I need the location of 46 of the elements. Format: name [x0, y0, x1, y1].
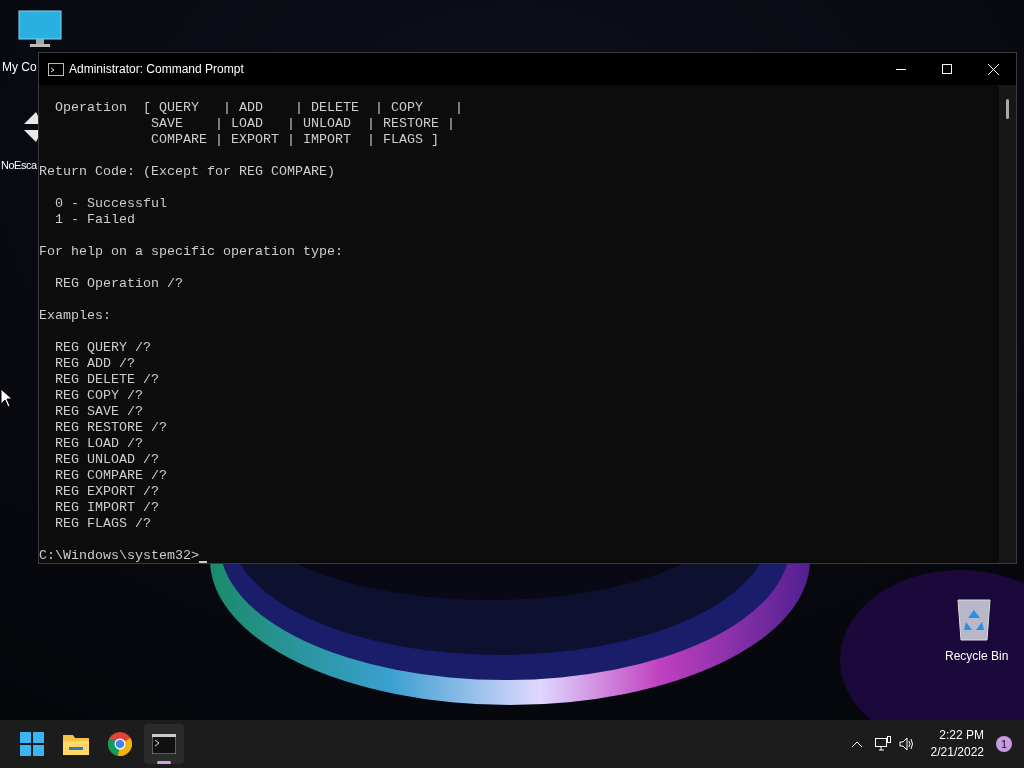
browser-icon: [108, 732, 132, 756]
console-line: REG RESTORE /?: [54, 420, 168, 436]
close-icon: [987, 63, 999, 75]
console-line: For help on a specific operation type:: [39, 244, 344, 260]
desktop-icon-label[interactable]: Recycle Bin: [945, 647, 1009, 665]
terminal-icon: [152, 734, 176, 754]
console-line: 1 - Failed: [54, 212, 136, 228]
console-line: Operation [ QUERY | ADD | DELETE | COPY |: [54, 100, 464, 116]
console-line: REG EXPORT /?: [54, 484, 160, 500]
chevron-up-icon[interactable]: [850, 740, 863, 748]
desktop-icon-label[interactable]: NoEsca: [1, 157, 37, 174]
console-line: REG COPY /?: [54, 388, 144, 404]
active-indicator: [157, 761, 171, 764]
console-line: REG DELETE /?: [54, 372, 160, 388]
console-line: Return Code: (Except for REG COMPARE): [39, 164, 336, 180]
console-line: REG QUERY /?: [54, 340, 152, 356]
cursor-icon: [0, 388, 12, 408]
recycle-bin-icon: [956, 598, 992, 642]
console-line: COMPARE | EXPORT | IMPORT | FLAGS ]: [149, 132, 440, 148]
notification-badge[interactable]: 1: [996, 736, 1012, 752]
console-line: REG LOAD /?: [54, 436, 144, 452]
console-line: REG UNLOAD /?: [54, 452, 160, 468]
text-cursor: [198, 561, 207, 563]
console-line: REG Operation /?: [54, 276, 184, 292]
network-icon[interactable]: [874, 736, 891, 752]
volume-icon[interactable]: [898, 737, 915, 751]
console-line: REG FLAGS /?: [54, 516, 152, 532]
minimize-icon: [896, 68, 906, 70]
console-line: REG IMPORT /?: [54, 500, 160, 516]
console-line: SAVE | LOAD | UNLOAD | RESTORE |: [149, 116, 456, 132]
console-line: Examples:: [39, 308, 112, 324]
console-line: REG COMPARE /?: [54, 468, 168, 484]
command-prompt: C:\Windows\system32>: [39, 548, 199, 564]
console-line: 0 - Successful: [54, 196, 168, 212]
windows-logo-icon: [20, 732, 44, 756]
console-line: REG ADD /?: [54, 356, 136, 372]
console-app-icon: [48, 62, 64, 76]
monitor-icon: [18, 10, 62, 48]
clock-time[interactable]: 2:22 PM: [939, 727, 984, 744]
clock-date[interactable]: 2/21/2022: [930, 744, 984, 761]
desktop-icon-label[interactable]: My Co: [2, 58, 37, 76]
console-line: REG SAVE /?: [54, 404, 144, 420]
window-title: Administrator: Command Prompt: [69, 61, 244, 78]
maximize-icon: [942, 64, 952, 74]
taskbar-app[interactable]: [144, 724, 184, 764]
folder-icon: [63, 733, 89, 755]
